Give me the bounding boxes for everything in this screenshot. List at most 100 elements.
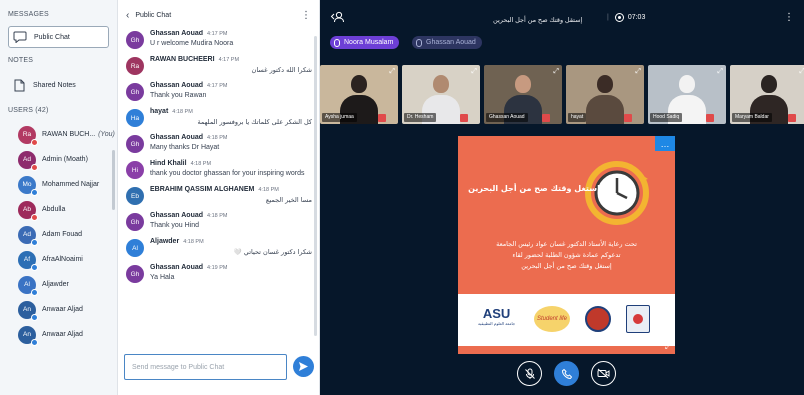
message-time: 4:18 PM xyxy=(190,161,212,167)
recording-indicator[interactable]: | 07:03 xyxy=(601,13,645,22)
sidebar-item-shared-notes[interactable]: Shared Notes xyxy=(8,74,109,96)
participant-name: Hood Sadiq xyxy=(650,113,683,122)
user-name: Aljawder xyxy=(42,281,69,288)
chat-message-input[interactable]: Send message to Public Chat xyxy=(124,354,287,380)
status-badge xyxy=(31,313,38,321)
video-tile[interactable]: hayat ⤢ xyxy=(566,65,644,124)
camera-button[interactable] xyxy=(591,361,616,386)
presentation-area: إستقل وقتك صح من أجل البحرين | 07:03 ⋮ N… xyxy=(320,0,804,395)
user-name: Admin (Moath) xyxy=(42,156,88,163)
status-badge xyxy=(31,163,38,171)
video-tile[interactable]: Hood Sadiq ⤢ xyxy=(648,65,726,124)
message-author: hayat xyxy=(150,108,169,115)
user-name: RAWAN BUCH... xyxy=(42,131,96,138)
clock-illustration xyxy=(585,161,649,225)
user-list-item[interactable]: Mo Mohammed Najjar xyxy=(0,172,117,197)
slide-headline: إستغل وقتك صح من أجل البحرين xyxy=(468,184,600,193)
expand-icon[interactable]: ⤢ xyxy=(553,68,559,76)
expand-icon[interactable]: ⤢ xyxy=(717,68,723,76)
status-badge xyxy=(31,188,38,196)
chat-panel: ‹ Public Chat ⋮ Gh Ghassan Aouad 4:17 PM U … xyxy=(118,0,320,395)
message-text: U r welcome Mudira Noora xyxy=(150,40,234,47)
chat-message: Gh Ghassan Aouad 4:17 PM Thank you Rawan xyxy=(118,82,320,101)
expand-icon[interactable]: ⤢ xyxy=(389,68,395,76)
avatar: Gh xyxy=(126,83,144,101)
presentation-slide: … إستغل وقتك صح من أجل البحرين تحت رعاية… xyxy=(458,136,675,354)
slide-body-line-3: إستغل وقتك صح من أجل البحرين xyxy=(521,262,612,270)
user-list-item[interactable]: Ab Abdulla xyxy=(0,197,117,222)
muted-icon xyxy=(460,114,468,122)
expand-icon[interactable]: ⤢ xyxy=(799,68,804,76)
avatar: Mo xyxy=(18,175,38,196)
record-icon xyxy=(614,13,624,22)
users-sidebar: MESSAGES Public Chat NOTES Shared Notes … xyxy=(0,0,118,395)
avatar: Gh xyxy=(126,213,144,231)
slide-menu-button[interactable]: … xyxy=(655,136,675,151)
message-author: EBRAHIM QASSIM ALGHANEM xyxy=(150,186,255,193)
user-list-item[interactable]: An Anwaar Aljad xyxy=(0,297,117,322)
message-time: 4:18 PM xyxy=(258,187,279,193)
avatar: Gh xyxy=(126,265,144,283)
user-list-scrollbar[interactable] xyxy=(112,150,115,210)
chat-icon xyxy=(13,30,27,44)
muted-icon xyxy=(624,114,632,122)
user-list-item[interactable]: Ad Adam Fouad xyxy=(0,222,117,247)
user-list-item[interactable]: Af AfraAlNoaimi xyxy=(0,247,117,272)
participant-name: Ghassan Aouad xyxy=(486,113,528,122)
video-tile[interactable]: Aysha jumaa ⤢ xyxy=(320,65,398,124)
send-icon xyxy=(299,362,308,371)
meeting-title: إستقل وقتك صح من أجل البحرين xyxy=(493,17,583,24)
user-list-item[interactable]: Ra RAWAN BUCH... (You) xyxy=(0,122,117,147)
avatar: Al xyxy=(18,275,38,296)
users-toggle-icon[interactable] xyxy=(330,11,344,26)
status-badge xyxy=(31,238,38,246)
muted-icon xyxy=(542,114,550,122)
mute-button[interactable] xyxy=(517,361,542,386)
message-list: Gh Ghassan Aouad 4:17 PM U r welcome Mudira… xyxy=(118,30,320,350)
slide-logo-bar: ASU جامعة العلوم التطبيقية Student life xyxy=(458,294,675,346)
user-list-item[interactable]: Al Aljawder xyxy=(0,272,117,297)
chat-message: Hi Hind Khalil 4:18 PM thank you doctor gha… xyxy=(118,160,320,179)
microphone-muted-icon xyxy=(524,368,535,379)
video-strip: Aysha jumaa ⤢ Dr. Hesham ⤢ Ghassan Aouad ⤢ hay… xyxy=(320,65,804,124)
options-menu-icon[interactable]: ⋮ xyxy=(784,12,794,23)
chat-scrollbar[interactable] xyxy=(314,36,317,336)
send-button[interactable] xyxy=(293,356,314,377)
avatar: Al xyxy=(126,239,144,257)
message-time: 4:18 PM xyxy=(207,135,228,141)
message-time: 4:17 PM xyxy=(207,31,228,37)
talking-indicator-ghassan[interactable]: Ghassan Aouad xyxy=(412,36,482,49)
message-author: Ghassan Aouad xyxy=(150,82,204,89)
message-author: Ghassan Aouad xyxy=(150,30,204,37)
asu-logo: ASU جامعة العلوم التطبيقية xyxy=(478,306,516,326)
media-controls xyxy=(517,361,628,386)
phone-icon xyxy=(561,368,572,379)
microphone-icon xyxy=(334,38,340,47)
message-author: Ghassan Aouad xyxy=(150,134,204,141)
message-author: Ghassan Aouad xyxy=(150,212,204,219)
more-options-icon[interactable]: ⋮ xyxy=(301,10,311,21)
recording-time: 07:03 xyxy=(627,14,646,21)
chat-message: Ra RAWAN BUCHEERI 4:17 PM شكرا الله دكتور غ… xyxy=(118,56,320,75)
chat-message: Gh Ghassan Aouad 4:19 PM Ya Hala xyxy=(118,264,320,283)
message-time: 4:17 PM xyxy=(207,83,228,89)
muted-icon xyxy=(788,114,796,122)
sidebar-item-public-chat[interactable]: Public Chat xyxy=(8,26,109,48)
expand-icon[interactable]: ⤢ xyxy=(471,68,477,76)
user-list-item[interactable]: An Anwaar Aljad xyxy=(0,322,117,347)
audio-button[interactable] xyxy=(554,361,579,386)
slide-body-line-1: تحت رعاية الأستاذ الدكتور غسان عواد رئيس… xyxy=(496,240,637,248)
notes-section-title: NOTES xyxy=(8,57,34,64)
video-tile[interactable]: Maryam Baldar ⤢ xyxy=(730,65,804,124)
message-author: Hind Khalil xyxy=(150,160,187,167)
video-tile[interactable]: Dr. Hesham ⤢ xyxy=(402,65,480,124)
video-tile[interactable]: Ghassan Aouad ⤢ xyxy=(484,65,562,124)
chat-message: Al Aljawder 4:18 PM شكرا دكتور غسان تحياتي … xyxy=(118,238,320,257)
chat-message: Eb EBRAHIM QASSIM ALGHANEM 4:18 PM مسا الخي… xyxy=(118,186,320,205)
avatar: Ha xyxy=(126,109,144,127)
talking-indicator-noora[interactable]: Noora Musalam xyxy=(330,36,400,49)
fullscreen-icon[interactable]: ⤢ xyxy=(665,342,671,352)
expand-icon[interactable]: ⤢ xyxy=(635,68,641,76)
user-list-item[interactable]: Ad Admin (Moath) xyxy=(0,147,117,172)
chevron-left-icon[interactable]: ‹ xyxy=(126,10,129,21)
